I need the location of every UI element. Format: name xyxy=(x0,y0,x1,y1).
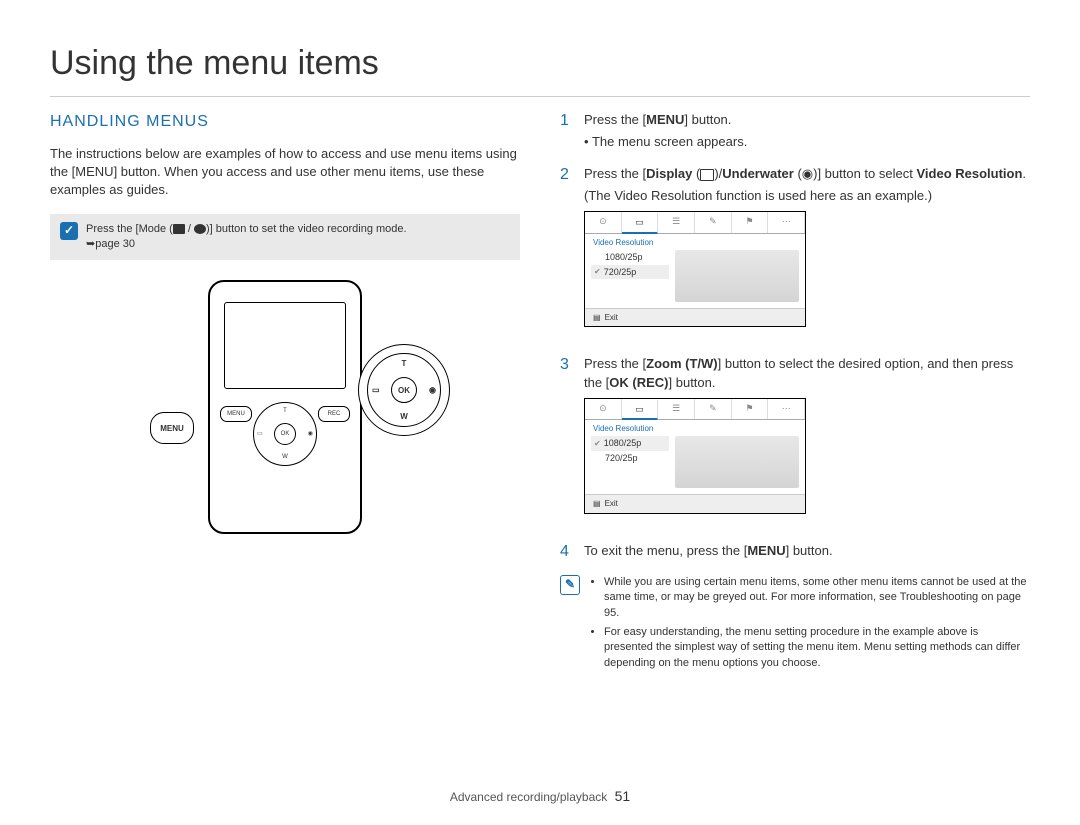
tab-icon: ☰ xyxy=(658,399,695,420)
step1-substep: The menu screen appears. xyxy=(584,133,1030,151)
tab-icon: ⊙ xyxy=(585,212,622,233)
footer-chapter: Advanced recording/playback xyxy=(450,790,607,804)
step-list: 1 Press the [MENU] button. The menu scre… xyxy=(560,111,1030,561)
lcd-option: 720/25p xyxy=(591,451,669,466)
lcd-tab-row: ⊙ ▭ ☰ ✎ ⚑ ⋯ xyxy=(585,399,805,421)
menu-icon: ▤ xyxy=(593,498,601,509)
step-number: 4 xyxy=(560,542,574,561)
two-column-layout: HANDLING MENUS The instructions below ar… xyxy=(50,111,1030,676)
page-footer: Advanced recording/playback 51 xyxy=(0,787,1080,807)
info-bullet: While you are using certain menu items, … xyxy=(604,575,1030,621)
step-number: 1 xyxy=(560,111,574,130)
section-heading: HANDLING MENUS xyxy=(50,111,520,133)
step2-subtext: (The Video Resolution function is used h… xyxy=(584,187,1030,205)
device-illustration: T W ▭ ◉ OK MENU REC REC MENU T xyxy=(50,280,520,534)
videocam-icon xyxy=(173,224,185,234)
display-icon xyxy=(700,169,714,181)
step-2: 2 Press the [Display ()/Underwater (◉)] … xyxy=(560,165,1030,341)
lcd-tab-row: ⊙ ▭ ☰ ✎ ⚑ ⋯ xyxy=(585,212,805,234)
camera-icon xyxy=(194,224,206,234)
tab-icon: ⋯ xyxy=(768,399,805,420)
ok-button-big: OK xyxy=(391,377,417,403)
menu-button: MENU xyxy=(220,406,252,422)
lcd-options: ✔1080/25p 720/25p xyxy=(591,436,669,488)
lcd-title: Video Resolution xyxy=(585,420,805,434)
intro-paragraph: The instructions below are examples of h… xyxy=(50,145,520,200)
info-bullet-list: While you are using certain menu items, … xyxy=(588,575,1030,675)
page-title: Using the menu items xyxy=(50,40,1030,88)
tab-icon: ⚑ xyxy=(732,399,769,420)
note-box: ✓ Press the [Mode ( / )] button to set t… xyxy=(50,214,520,261)
underwater-icon: ◉ xyxy=(308,430,313,438)
lcd-preview-1: ⊙ ▭ ☰ ✎ ⚑ ⋯ Video Resolution 1080/25p xyxy=(584,211,806,327)
device-body: T W ▭ ◉ OK MENU REC REC MENU T xyxy=(208,280,362,534)
step-3: 3 Press the [Zoom (T/W)] button to selec… xyxy=(560,355,1030,527)
lcd-preview-2: ⊙ ▭ ☰ ✎ ⚑ ⋯ Video Resolution ✔1080/25p xyxy=(584,398,806,514)
device-screen xyxy=(224,302,346,389)
menu-icon: ▤ xyxy=(593,312,601,323)
tab-icon: ✎ xyxy=(695,212,732,233)
step-1: 1 Press the [MENU] button. The menu scre… xyxy=(560,111,1030,151)
lcd-footer: ▤Exit xyxy=(585,308,805,326)
tab-icon: ⚑ xyxy=(732,212,769,233)
left-column: HANDLING MENUS The instructions below ar… xyxy=(50,111,520,676)
dpad-callout: T W ▭ ◉ OK xyxy=(358,344,450,436)
rec-button-right: REC xyxy=(318,406,350,422)
footer-page-number: 51 xyxy=(615,788,631,804)
lcd-footer: ▤Exit xyxy=(585,494,805,512)
heart-icon: ✔ xyxy=(594,438,601,449)
step-4: 4 To exit the menu, press the [MENU] but… xyxy=(560,542,1030,561)
lcd-option-selected: ✔720/25p xyxy=(591,265,669,280)
tab-icon: ⋯ xyxy=(768,212,805,233)
lcd-option-selected: ✔1080/25p xyxy=(591,436,669,451)
info-box: ✎ While you are using certain menu items… xyxy=(560,575,1030,675)
heart-icon: ✔ xyxy=(594,266,601,277)
lcd-title: Video Resolution xyxy=(585,234,805,248)
lcd-thumbnail xyxy=(675,250,799,302)
divider xyxy=(50,96,1030,97)
lcd-thumbnail xyxy=(675,436,799,488)
lcd-option: 1080/25p xyxy=(591,250,669,265)
note-icon: ✎ xyxy=(560,575,580,595)
underwater-icon: ◉ xyxy=(802,166,813,181)
note-text: Press the [Mode ( / )] button to set the… xyxy=(86,222,407,253)
menu-callout: MENU xyxy=(150,412,194,444)
info-bullet: For easy understanding, the menu setting… xyxy=(604,625,1030,671)
ok-button: OK xyxy=(274,423,296,445)
w-label: W xyxy=(282,453,288,461)
tab-icon: ✎ xyxy=(695,399,732,420)
right-column: 1 Press the [MENU] button. The menu scre… xyxy=(560,111,1030,676)
check-icon: ✓ xyxy=(60,222,78,240)
display-icon-big: ▭ xyxy=(372,385,380,396)
tab-icon-active: ▭ xyxy=(622,213,659,234)
lcd-options: 1080/25p ✔720/25p xyxy=(591,250,669,302)
step-number: 2 xyxy=(560,165,574,184)
tab-icon: ⊙ xyxy=(585,399,622,420)
tab-icon-active: ▭ xyxy=(622,400,659,421)
tab-icon: ☰ xyxy=(658,212,695,233)
dpad-callout-ring: T W ▭ ◉ OK xyxy=(367,353,441,427)
w-label-big: W xyxy=(400,411,408,422)
display-icon: ▭ xyxy=(257,430,263,438)
step-number: 3 xyxy=(560,355,574,374)
underwater-icon-big: ◉ xyxy=(429,385,436,396)
t-label-big: T xyxy=(402,358,407,369)
